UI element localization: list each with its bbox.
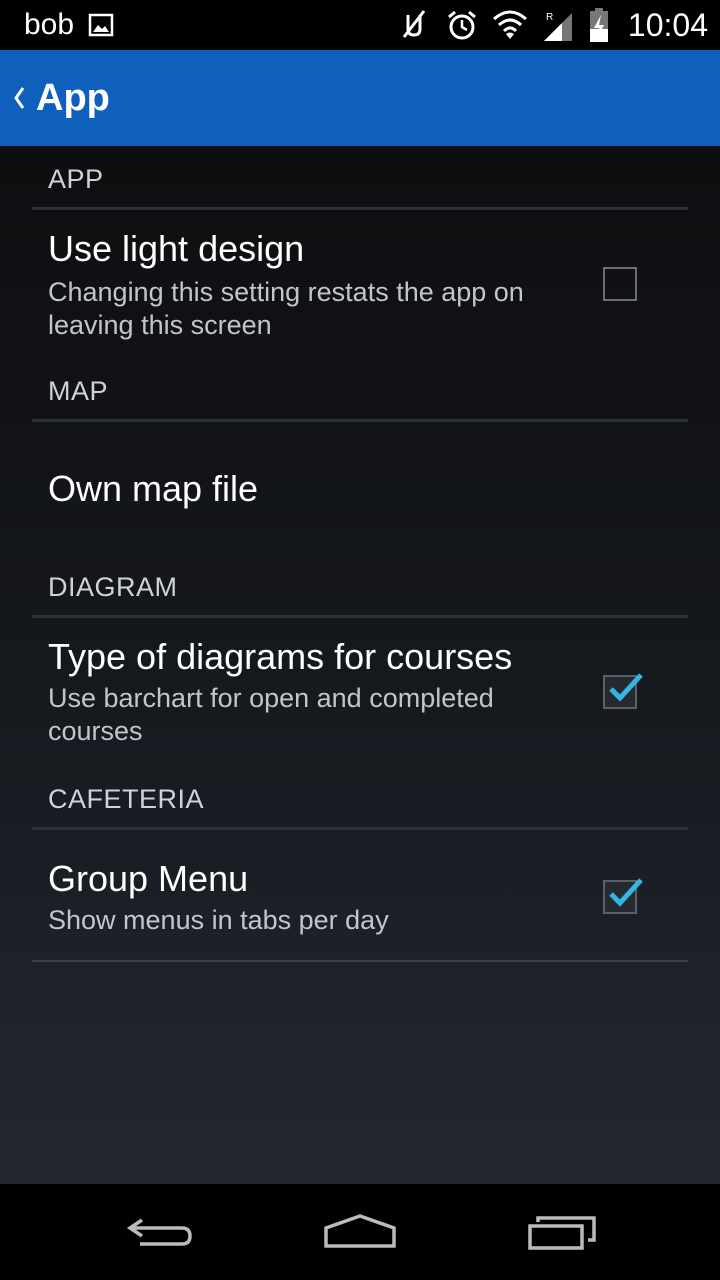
signal-roaming-icon: R — [540, 7, 576, 43]
pref-title: Own map file — [48, 468, 259, 509]
recents-button[interactable] — [522, 1204, 602, 1260]
status-bar: bob R 10:04 — [0, 0, 720, 50]
home-button[interactable] — [320, 1204, 400, 1260]
pref-title: Type of diagrams for courses — [48, 636, 513, 677]
section-header-label: DIAGRAM — [48, 572, 178, 602]
svg-text:R: R — [546, 12, 553, 23]
light-design-checkbox[interactable] — [603, 267, 637, 301]
back-button[interactable] — [120, 1204, 200, 1260]
pref-title: Group Menu — [48, 858, 249, 899]
action-bar: App — [0, 50, 720, 146]
back-icon — [126, 1218, 192, 1246]
recents-icon — [528, 1216, 596, 1250]
diagram-type-checkbox[interactable] — [603, 673, 643, 709]
section-header-label: APP — [48, 164, 104, 194]
navigation-bar — [0, 1184, 720, 1280]
pref-group-menu[interactable]: Group Menu Show menus in tabs per day — [0, 832, 720, 958]
section-header-label: MAP — [48, 376, 109, 406]
status-bar-left: bob — [24, 0, 114, 50]
section-header-cafeteria: CAFETERIA — [32, 766, 688, 830]
list-divider — [32, 960, 688, 962]
pref-use-light-design[interactable]: Use light design Changing this setting r… — [0, 212, 720, 352]
page-title: App — [36, 76, 110, 119]
section-header-diagram: DIAGRAM — [32, 554, 688, 618]
home-icon — [324, 1214, 396, 1248]
up-button[interactable] — [2, 50, 36, 146]
chevron-left-icon — [11, 84, 27, 112]
group-menu-checkbox[interactable] — [603, 878, 643, 914]
section-header-label: CAFETERIA — [48, 784, 205, 814]
checkmark-icon — [609, 673, 643, 702]
wifi-icon — [492, 7, 528, 43]
section-header-map: MAP — [32, 358, 688, 422]
pref-summary: Use barchart for open and completed cour… — [48, 683, 494, 746]
alarm-icon — [444, 7, 480, 43]
pref-own-map-file[interactable]: Own map file — [0, 424, 720, 554]
image-icon — [88, 12, 114, 38]
status-bar-right: R 10:04 — [396, 0, 708, 50]
carrier-name: bob — [24, 8, 75, 41]
clock: 10:04 — [627, 6, 708, 43]
pref-diagram-type[interactable]: Type of diagrams for courses Use barchar… — [0, 620, 720, 760]
checkmark-icon — [609, 878, 643, 907]
pref-title: Use light design — [48, 228, 305, 269]
battery-charging-icon — [588, 7, 610, 43]
preferences-list[interactable]: APP Use light design Changing this setti… — [0, 146, 720, 1184]
pref-summary: Show menus in tabs per day — [48, 905, 389, 935]
section-header-app: APP — [32, 146, 688, 210]
mute-icon — [396, 7, 432, 43]
pref-summary: Changing this setting restats the app on… — [48, 277, 524, 340]
